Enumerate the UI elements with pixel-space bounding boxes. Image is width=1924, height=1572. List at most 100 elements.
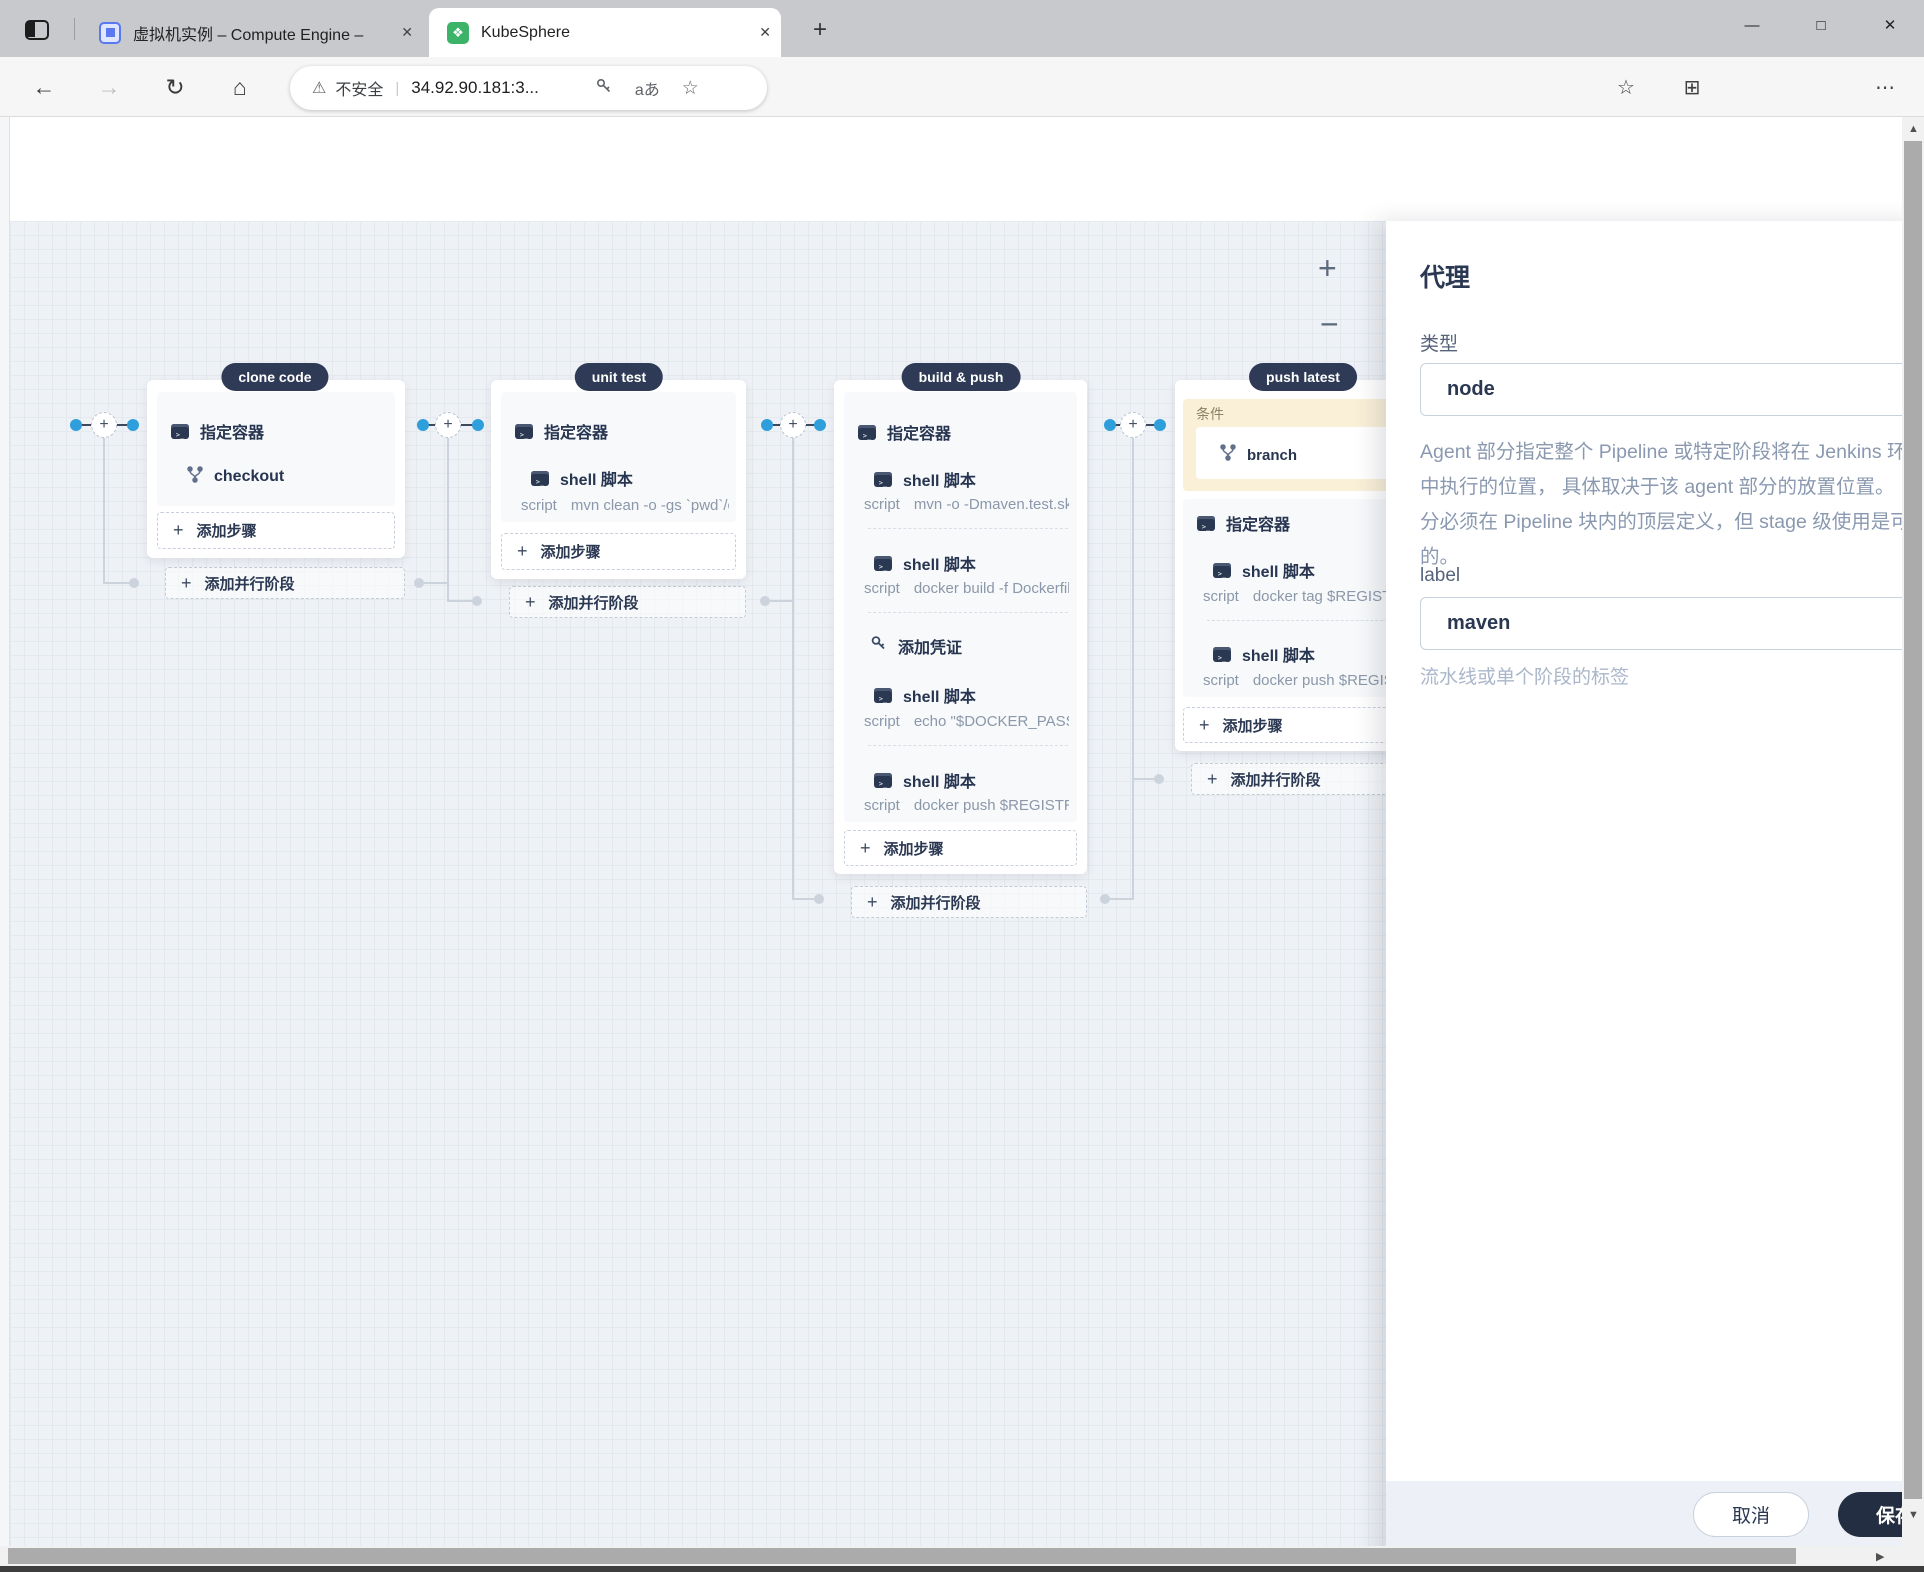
step-group — [157, 392, 395, 506]
plus-icon: + — [1207, 769, 1218, 790]
parallel-connector — [1132, 778, 1154, 780]
terminal-icon: >_ — [874, 556, 892, 571]
vertical-scrollbar-thumb[interactable] — [1904, 141, 1922, 1499]
insert-stage-button[interactable]: + — [1120, 412, 1146, 438]
horizontal-scrollbar-thumb[interactable] — [8, 1548, 1796, 1564]
add-parallel-stage-button[interactable]: + 添加并行阶段 — [851, 886, 1087, 918]
step-divider — [868, 745, 1068, 746]
connector-dot — [127, 419, 139, 431]
step-shell-script[interactable]: >_ shell 脚本 — [531, 466, 633, 490]
favorite-star-icon[interactable]: ☆ — [682, 77, 699, 100]
add-step-button[interactable]: + 添加步骤 — [844, 830, 1077, 866]
window-left-frame — [0, 117, 10, 1572]
security-label[interactable]: 不安全 — [335, 76, 383, 100]
parallel-connector — [447, 438, 449, 602]
zoom-out-icon[interactable]: − — [1320, 308, 1339, 340]
parallel-connector-dot — [1154, 774, 1164, 784]
address-bar[interactable]: ⚠ 不安全 | 34.92.90.181:3... aあ ☆ — [290, 66, 767, 110]
home-icon[interactable]: ⌂ — [218, 57, 262, 117]
stage-badge[interactable]: clone code — [221, 363, 328, 391]
tab-compute-engine[interactable]: 虚拟机实例 – Compute Engine – ✕ — [81, 8, 423, 57]
close-tab-icon[interactable]: ✕ — [391, 20, 423, 45]
vertical-scrollbar[interactable]: ▲ ▼ — [1902, 117, 1924, 1572]
browser-window: 虚拟机实例 – Compute Engine – ✕ ❖ KubeSphere … — [0, 0, 1924, 1572]
settings-menu-icon[interactable]: ⋯ — [1865, 57, 1905, 117]
step-specify-container[interactable]: >_ 指定容器 — [171, 419, 264, 443]
favorites-hub-icon[interactable]: ☆ — [1606, 57, 1646, 117]
script-line: scriptdocker push $REGISTRY/$ — [1203, 672, 1415, 689]
horizontal-scrollbar[interactable]: ▶ — [0, 1546, 1902, 1566]
parallel-connector — [1110, 898, 1133, 900]
agent-description-line: Agent 部分指定整个 Pipeline 或特定阶段将在 Jenkins 环 — [1420, 435, 1924, 464]
parallel-connector-dot — [760, 596, 770, 606]
label-label: label — [1420, 565, 1460, 587]
add-step-button[interactable]: + 添加步骤 — [501, 533, 736, 570]
stage-badge[interactable]: push latest — [1249, 363, 1357, 391]
parallel-connector — [424, 582, 448, 584]
agent-type-input[interactable] — [1420, 363, 1924, 416]
parallel-connector — [103, 582, 129, 584]
tab-title: KubeSphere — [481, 24, 749, 42]
tab-bar: 虚拟机实例 – Compute Engine – ✕ ❖ KubeSphere … — [0, 0, 1924, 57]
window-minimize-button[interactable]: — — [1728, 8, 1776, 42]
plus-icon: + — [517, 541, 528, 562]
step-shell-script[interactable]: >_ shell 脚本 — [874, 551, 976, 575]
add-step-button[interactable]: + 添加步骤 — [157, 512, 395, 549]
step-checkout[interactable]: checkout — [187, 466, 284, 488]
parallel-connector-dot — [1100, 894, 1110, 904]
agent-label-input[interactable] — [1420, 597, 1924, 650]
insert-stage-button[interactable]: + — [435, 412, 461, 438]
connector-dot — [417, 419, 429, 431]
collections-icon[interactable]: ⊞ — [1672, 57, 1712, 117]
cancel-button[interactable]: 取消 — [1693, 1492, 1809, 1537]
insert-stage-button[interactable]: + — [780, 412, 806, 438]
zoom-in-icon[interactable]: + — [1318, 252, 1337, 284]
key-icon[interactable] — [595, 77, 613, 100]
plus-icon: + — [1199, 715, 1210, 736]
connector-dot — [814, 419, 826, 431]
scroll-up-icon[interactable]: ▲ — [1908, 123, 1919, 135]
close-tab-icon[interactable]: ✕ — [749, 20, 781, 45]
refresh-icon[interactable]: ↻ — [153, 57, 197, 117]
tab-actions-button[interactable] — [20, 16, 54, 44]
translate-page-icon[interactable]: aあ — [635, 76, 660, 100]
browser-toolbar: ← → ↻ ⌂ ⚠ 不安全 | 34.92.90.181:3... aあ ☆ ω… — [0, 57, 1924, 117]
insert-stage-button[interactable]: + — [91, 412, 117, 438]
step-specify-container[interactable]: >_ 指定容器 — [1197, 511, 1290, 535]
stage-badge[interactable]: build & push — [902, 363, 1021, 391]
step-specify-container[interactable]: >_ 指定容器 — [858, 420, 951, 444]
step-shell-script[interactable]: >_ shell 脚本 — [874, 768, 976, 792]
scroll-right-icon[interactable]: ▶ — [1876, 1550, 1884, 1563]
panel-title: 代理 — [1420, 258, 1470, 294]
url-text[interactable]: 34.92.90.181:3... — [411, 78, 539, 98]
scroll-down-icon[interactable]: ▼ — [1908, 1509, 1919, 1521]
forward-icon[interactable]: → — [87, 57, 131, 117]
window-maximize-button[interactable]: □ — [1797, 8, 1845, 42]
kubesphere-favicon-icon: ❖ — [447, 22, 469, 44]
new-tab-button[interactable]: + — [804, 16, 836, 44]
step-shell-script[interactable]: >_ shell 脚本 — [874, 683, 976, 707]
step-branch-condition[interactable]: branch — [1220, 444, 1297, 466]
script-line: scriptdocker push $REGISTR... — [864, 797, 1069, 814]
step-shell-script[interactable]: >_ shell 脚本 — [1213, 558, 1315, 582]
step-shell-script[interactable]: >_ shell 脚本 — [874, 467, 976, 491]
not-secure-warning-icon: ⚠ — [312, 78, 326, 98]
step-specify-container[interactable]: >_ 指定容器 — [515, 419, 608, 443]
step-add-credential[interactable]: 添加凭证 — [870, 634, 962, 658]
plus-icon: + — [867, 892, 878, 913]
terminal-icon: >_ — [874, 688, 892, 703]
add-parallel-stage-button[interactable]: + 添加并行阶段 — [165, 567, 405, 599]
step-divider — [868, 612, 1068, 613]
address-divider: | — [395, 80, 399, 97]
back-icon[interactable]: ← — [22, 57, 66, 117]
tab-kubesphere[interactable]: ❖ KubeSphere ✕ — [429, 8, 781, 57]
add-parallel-stage-button[interactable]: + 添加并行阶段 — [509, 586, 746, 618]
step-shell-script[interactable]: >_ shell 脚本 — [1213, 642, 1315, 666]
script-line: scriptmvn clean -o -gs `pwd`/con... — [521, 497, 729, 514]
parallel-connector — [1132, 438, 1134, 900]
stage-badge[interactable]: unit test — [575, 363, 663, 391]
connector-dot — [761, 419, 773, 431]
window-close-button[interactable]: ✕ — [1866, 8, 1914, 42]
plus-icon: + — [181, 573, 192, 594]
terminal-icon: >_ — [171, 424, 189, 439]
